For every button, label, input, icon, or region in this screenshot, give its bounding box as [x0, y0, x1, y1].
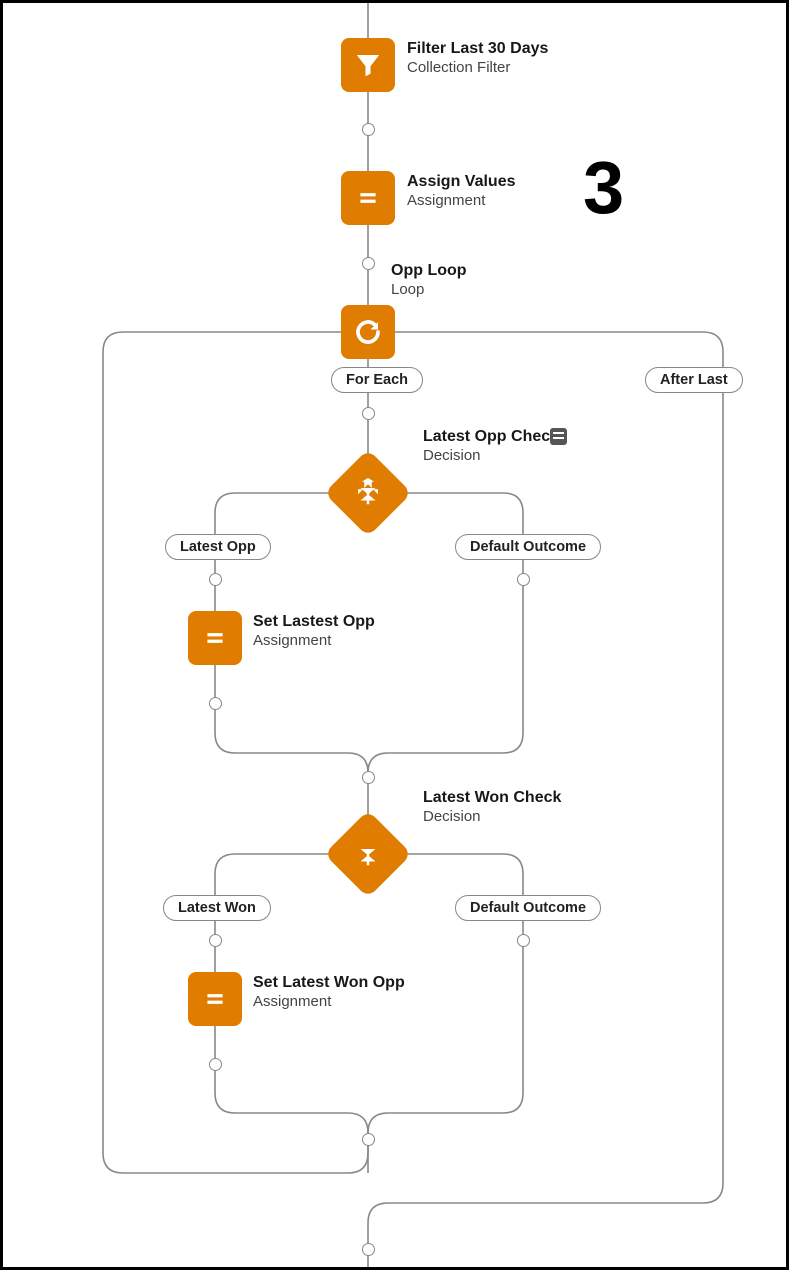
add-node-dot[interactable] — [517, 934, 530, 947]
assign-values-label: Assign Values Assignment — [407, 172, 516, 211]
add-node-dot[interactable] — [362, 1243, 375, 1256]
set-latest-won-node[interactable] — [188, 972, 242, 1026]
add-node-dot[interactable] — [209, 934, 222, 947]
set-latest-opp-subtitle: Assignment — [253, 632, 375, 651]
latest-won-check-label: Latest Won Check Decision — [423, 788, 561, 827]
add-node-dot[interactable] — [209, 1058, 222, 1071]
filter-node[interactable] — [341, 38, 395, 92]
latest-won-check-subtitle: Decision — [423, 808, 561, 827]
set-latest-won-title: Set Latest Won Opp — [253, 973, 405, 993]
latest-opp-check-subtitle: Decision — [423, 447, 559, 466]
default-outcome-pill[interactable]: Default Outcome — [455, 534, 601, 560]
add-node-dot[interactable] — [362, 123, 375, 136]
add-node-dot[interactable] — [209, 697, 222, 710]
assignment-icon — [188, 972, 242, 1026]
latest-won-pill[interactable]: Latest Won — [163, 895, 271, 921]
after-last-pill[interactable]: After Last — [645, 367, 743, 393]
set-latest-won-subtitle: Assignment — [253, 993, 405, 1012]
decision-icon — [324, 810, 412, 898]
add-node-dot[interactable] — [517, 573, 530, 586]
loop-icon — [341, 305, 395, 359]
add-node-dot[interactable] — [362, 257, 375, 270]
set-latest-won-label: Set Latest Won Opp Assignment — [253, 973, 405, 1012]
latest-opp-pill[interactable]: Latest Opp — [165, 534, 271, 560]
latest-opp-check-label: Latest Opp Check Decision — [423, 427, 559, 466]
filter-subtitle: Collection Filter — [407, 59, 548, 78]
decision-icon — [324, 449, 412, 537]
latest-won-check-node[interactable] — [337, 823, 399, 885]
set-latest-opp-title: Set Lastest Opp — [253, 612, 375, 632]
filter-title: Filter Last 30 Days — [407, 39, 548, 59]
opp-loop-title: Opp Loop — [391, 261, 467, 281]
assignment-icon — [341, 171, 395, 225]
latest-opp-check-title: Latest Opp Check — [423, 427, 559, 447]
latest-opp-check-node[interactable] — [337, 462, 399, 524]
assign-values-title: Assign Values — [407, 172, 516, 192]
opp-loop-node[interactable] — [341, 305, 395, 359]
add-node-dot[interactable] — [362, 1133, 375, 1146]
step-annotation-number: 3 — [583, 151, 624, 225]
opp-loop-label: Opp Loop Loop — [391, 261, 467, 300]
filter-icon — [341, 38, 395, 92]
latest-won-check-title: Latest Won Check — [423, 788, 561, 808]
assign-values-node[interactable] — [341, 171, 395, 225]
set-latest-opp-label: Set Lastest Opp Assignment — [253, 612, 375, 651]
filter-node-label: Filter Last 30 Days Collection Filter — [407, 39, 548, 78]
add-node-dot[interactable] — [362, 771, 375, 784]
default-outcome-pill[interactable]: Default Outcome — [455, 895, 601, 921]
notes-icon[interactable] — [550, 428, 567, 445]
set-latest-opp-node[interactable] — [188, 611, 242, 665]
add-node-dot[interactable] — [362, 407, 375, 420]
add-node-dot[interactable] — [209, 573, 222, 586]
opp-loop-subtitle: Loop — [391, 281, 467, 300]
assignment-icon — [188, 611, 242, 665]
assign-values-subtitle: Assignment — [407, 192, 516, 211]
for-each-pill[interactable]: For Each — [331, 367, 423, 393]
flow-canvas: 3 Filter Last 30 Days Collection Filter … — [0, 0, 789, 1270]
